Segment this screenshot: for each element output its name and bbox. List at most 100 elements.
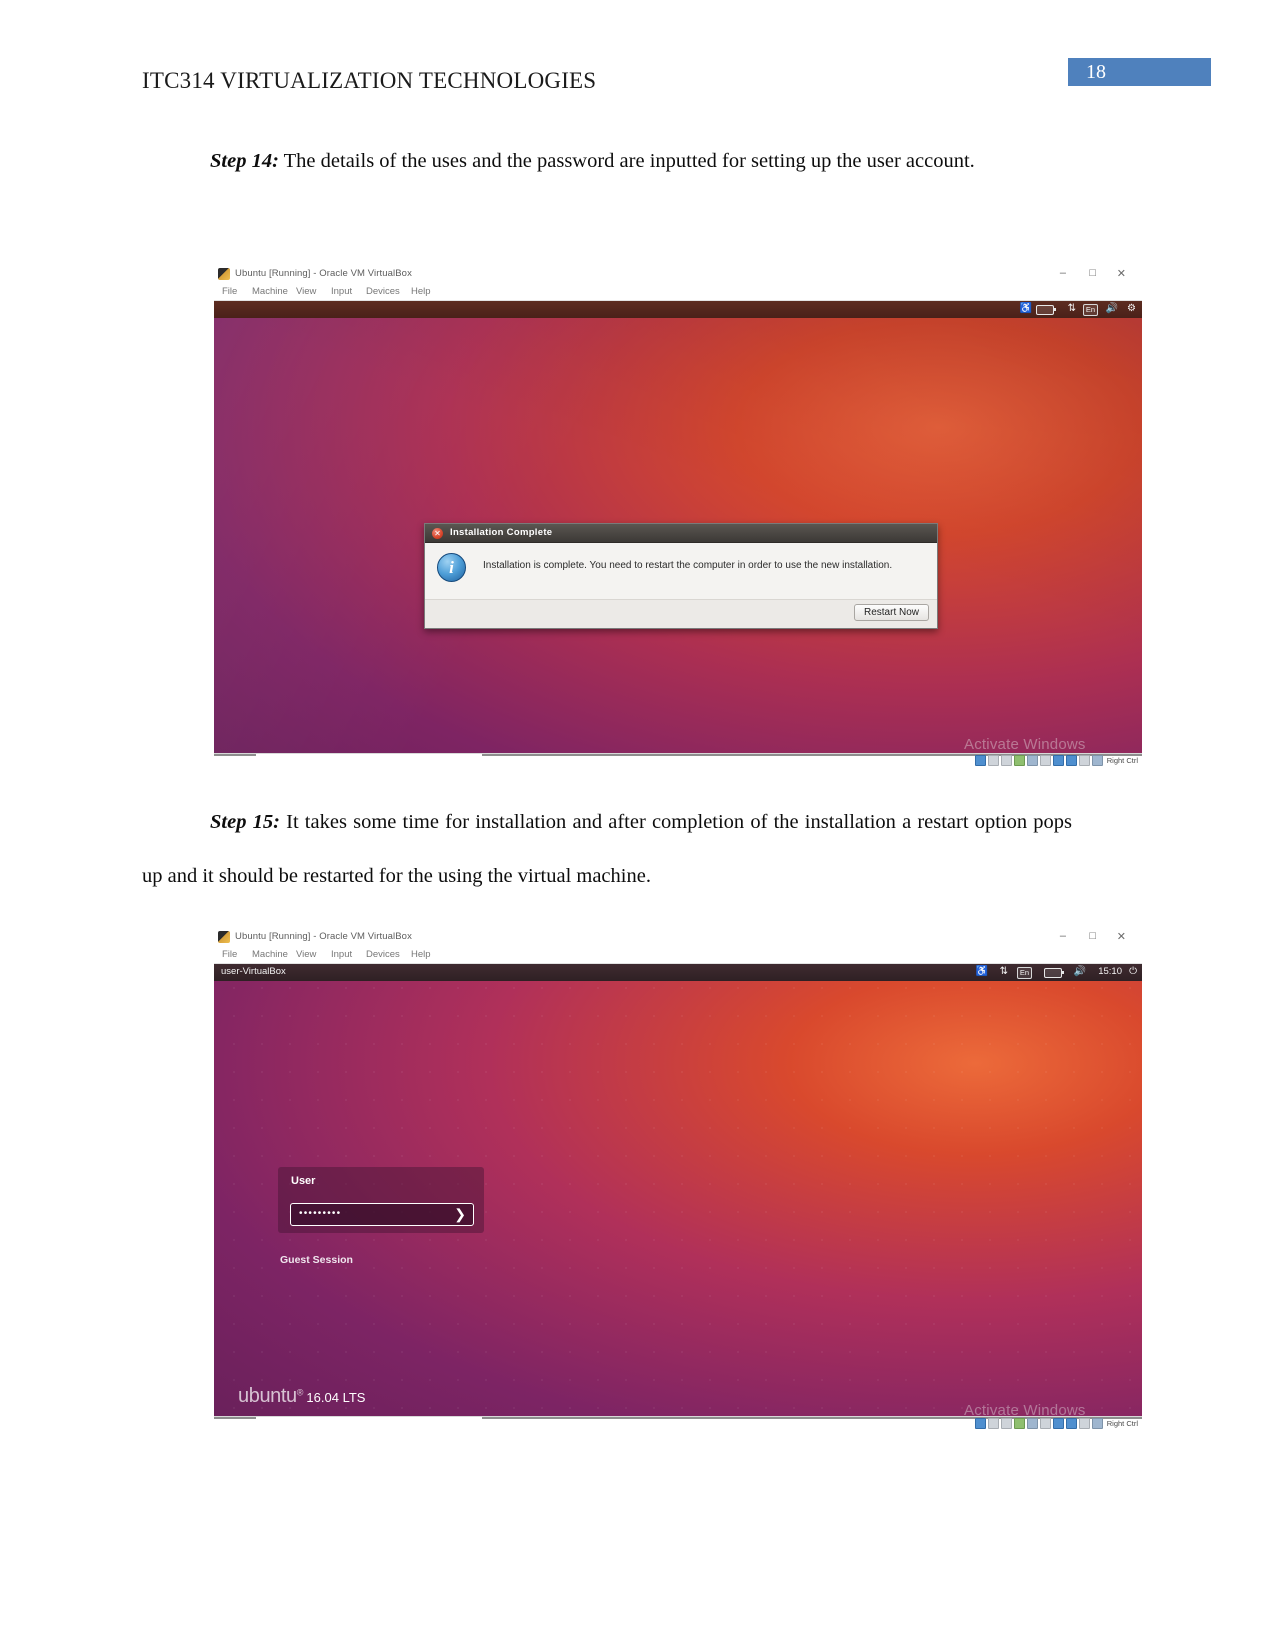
keyboard-capture-icon-2[interactable] bbox=[1091, 1418, 1103, 1429]
session-menu-icon[interactable]: ⚙ bbox=[1127, 303, 1136, 315]
menu-help-1[interactable]: Help bbox=[411, 286, 431, 297]
virtualbox-icon-2 bbox=[218, 931, 230, 943]
host-key-label-1: Right Ctrl bbox=[1106, 756, 1138, 765]
volume-icon-2[interactable]: 🔊 bbox=[1074, 966, 1086, 978]
keyboard-capture-icon-1[interactable] bbox=[1091, 755, 1103, 766]
minimize-button-1[interactable]: – bbox=[1060, 267, 1066, 279]
vbox-window-title-1: Ubuntu [Running] - Oracle VM VirtualBox bbox=[235, 268, 412, 279]
ubuntu-branding: ubuntu® 16.04 LTS bbox=[238, 1385, 365, 1408]
host-key-label-2: Right Ctrl bbox=[1106, 1419, 1138, 1428]
page-number: 18 bbox=[1086, 61, 1106, 83]
login-submit-arrow-icon[interactable]: ❯ bbox=[454, 1206, 466, 1223]
hard-disk-icon-2[interactable] bbox=[974, 1418, 986, 1429]
password-value[interactable]: ••••••••• bbox=[299, 1208, 341, 1219]
menu-machine-2[interactable]: Machine bbox=[252, 949, 288, 960]
menu-devices-1[interactable]: Devices bbox=[366, 286, 400, 297]
menu-input-2[interactable]: Input bbox=[331, 949, 352, 960]
optical-drive-icon-2[interactable] bbox=[987, 1418, 999, 1429]
vbox-statusbar-1[interactable]: Right Ctrl bbox=[214, 753, 1142, 767]
usb-icon-2[interactable] bbox=[1026, 1418, 1038, 1429]
battery-icon-2[interactable] bbox=[1044, 968, 1064, 978]
recording-icon-1[interactable] bbox=[1065, 755, 1077, 766]
menu-file-2[interactable]: File bbox=[222, 949, 237, 960]
minimize-button-2[interactable]: – bbox=[1060, 930, 1066, 942]
clock-label[interactable]: 15:10 bbox=[1098, 966, 1122, 978]
virtualbox-window-installation-complete[interactable]: Ubuntu [Running] - Oracle VM VirtualBox … bbox=[214, 265, 1142, 767]
network-adapter-icon-2[interactable] bbox=[1013, 1418, 1025, 1429]
ubuntu-guest-screen-1[interactable]: ♿ ⇅ En 🔊 ⚙ ✕ Installation Complete i Ins… bbox=[214, 301, 1142, 753]
accessibility-icon[interactable]: ♿ bbox=[1020, 303, 1032, 315]
document-header: ITC314 VIRTUALIZATION TECHNOLOGIES 18 bbox=[0, 0, 1275, 115]
network-adapter-icon-1[interactable] bbox=[1013, 755, 1025, 766]
statusbar-tick-left-2 bbox=[214, 1417, 256, 1419]
registered-trademark-icon: ® bbox=[296, 1387, 304, 1398]
info-icon: i bbox=[437, 553, 466, 582]
close-button-1[interactable]: ✕ bbox=[1117, 267, 1126, 280]
mouse-integration-icon-1[interactable] bbox=[1078, 755, 1090, 766]
maximize-button-2[interactable]: □ bbox=[1089, 930, 1096, 942]
menu-input-1[interactable]: Input bbox=[331, 286, 352, 297]
accessibility-icon-2[interactable]: ♿ bbox=[976, 966, 988, 978]
maximize-button-1[interactable]: □ bbox=[1089, 267, 1096, 279]
statusbar-tick-left bbox=[214, 754, 256, 756]
step-text-15: It takes some time for installation and … bbox=[142, 811, 1073, 887]
close-button-2[interactable]: ✕ bbox=[1117, 930, 1126, 943]
guest-session-link[interactable]: Guest Session bbox=[280, 1254, 353, 1266]
shared-folders-icon-1[interactable] bbox=[1039, 755, 1051, 766]
page-number-badge: 18 bbox=[1068, 58, 1211, 86]
ubuntu-guest-screen-2[interactable]: user-VirtualBox ♿ ⇅ En 🔊 15:10 ⏻ User ••… bbox=[214, 964, 1142, 1416]
close-icon[interactable]: ✕ bbox=[432, 528, 443, 539]
display-icon-2[interactable] bbox=[1052, 1418, 1064, 1429]
dialog-footer: Restart Now bbox=[425, 599, 937, 628]
vbox-window-title-2: Ubuntu [Running] - Oracle VM VirtualBox bbox=[235, 931, 412, 942]
dialog-body: i Installation is complete. You need to … bbox=[425, 543, 937, 599]
floppy-icon-2[interactable] bbox=[1000, 1418, 1012, 1429]
password-input[interactable]: ••••••••• ❯ bbox=[290, 1203, 474, 1226]
battery-icon[interactable] bbox=[1036, 305, 1056, 315]
vbox-statusbar-2[interactable]: Right Ctrl bbox=[214, 1416, 1142, 1430]
page-title: ITC314 VIRTUALIZATION TECHNOLOGIES bbox=[142, 68, 597, 93]
menu-help-2[interactable]: Help bbox=[411, 949, 431, 960]
network-icon[interactable]: ⇅ bbox=[1068, 303, 1076, 315]
session-menu-icon-2[interactable]: ⏻ bbox=[1129, 966, 1137, 978]
menu-view-2[interactable]: View bbox=[296, 949, 316, 960]
installation-complete-dialog[interactable]: ✕ Installation Complete i Installation i… bbox=[424, 523, 938, 629]
display-icon-1[interactable] bbox=[1052, 755, 1064, 766]
virtualbox-window-login-screen[interactable]: Ubuntu [Running] - Oracle VM VirtualBox … bbox=[214, 928, 1142, 1430]
statusbar-indicators-2[interactable]: Right Ctrl bbox=[974, 1418, 1138, 1429]
menu-view-1[interactable]: View bbox=[296, 286, 316, 297]
ubuntu-top-panel-1[interactable]: ♿ ⇅ En 🔊 ⚙ bbox=[214, 301, 1142, 318]
dialog-titlebar: ✕ Installation Complete bbox=[425, 524, 937, 543]
ubuntu-version: 16.04 LTS bbox=[306, 1390, 366, 1405]
recording-icon-2[interactable] bbox=[1065, 1418, 1077, 1429]
ubuntu-top-panel-2[interactable]: user-VirtualBox ♿ ⇅ En 🔊 15:10 ⏻ bbox=[214, 964, 1142, 981]
menu-machine-1[interactable]: Machine bbox=[252, 286, 288, 297]
vbox-menubar-2[interactable]: File Machine View Input Devices Help bbox=[214, 948, 1142, 964]
volume-icon[interactable]: 🔊 bbox=[1106, 303, 1118, 315]
keyboard-layout-icon-2[interactable]: En bbox=[1016, 967, 1032, 979]
vbox-titlebar-2[interactable]: Ubuntu [Running] - Oracle VM VirtualBox … bbox=[214, 928, 1142, 948]
login-greeter-box[interactable]: User ••••••••• ❯ bbox=[278, 1167, 484, 1233]
hard-disk-icon-1[interactable] bbox=[974, 755, 986, 766]
network-icon-2[interactable]: ⇅ bbox=[1000, 966, 1008, 978]
mouse-integration-icon-2[interactable] bbox=[1078, 1418, 1090, 1429]
ubuntu-wordmark: ubuntu bbox=[238, 1385, 297, 1407]
menu-file-1[interactable]: File bbox=[222, 286, 237, 297]
vbox-titlebar-1[interactable]: Ubuntu [Running] - Oracle VM VirtualBox … bbox=[214, 265, 1142, 285]
floppy-icon-1[interactable] bbox=[1000, 755, 1012, 766]
dialog-title: Installation Complete bbox=[450, 527, 553, 538]
virtualbox-icon bbox=[218, 268, 230, 280]
statusbar-indicators-1[interactable]: Right Ctrl bbox=[974, 755, 1138, 766]
shared-folders-icon-2[interactable] bbox=[1039, 1418, 1051, 1429]
usb-icon-1[interactable] bbox=[1026, 755, 1038, 766]
hostname-label: user-VirtualBox bbox=[221, 966, 286, 977]
vbox-menubar-1[interactable]: File Machine View Input Devices Help bbox=[214, 285, 1142, 301]
paragraph-step-14: Step 14: The details of the uses and the… bbox=[142, 134, 1072, 188]
info-icon-glyph: i bbox=[449, 558, 454, 577]
keyboard-layout-icon[interactable]: En bbox=[1082, 304, 1098, 316]
step-label-14: Step 14: bbox=[210, 150, 279, 172]
menu-devices-2[interactable]: Devices bbox=[366, 949, 400, 960]
optical-drive-icon-1[interactable] bbox=[987, 755, 999, 766]
restart-now-button[interactable]: Restart Now bbox=[853, 604, 929, 621]
step-text-14: The details of the uses and the password… bbox=[278, 150, 975, 172]
